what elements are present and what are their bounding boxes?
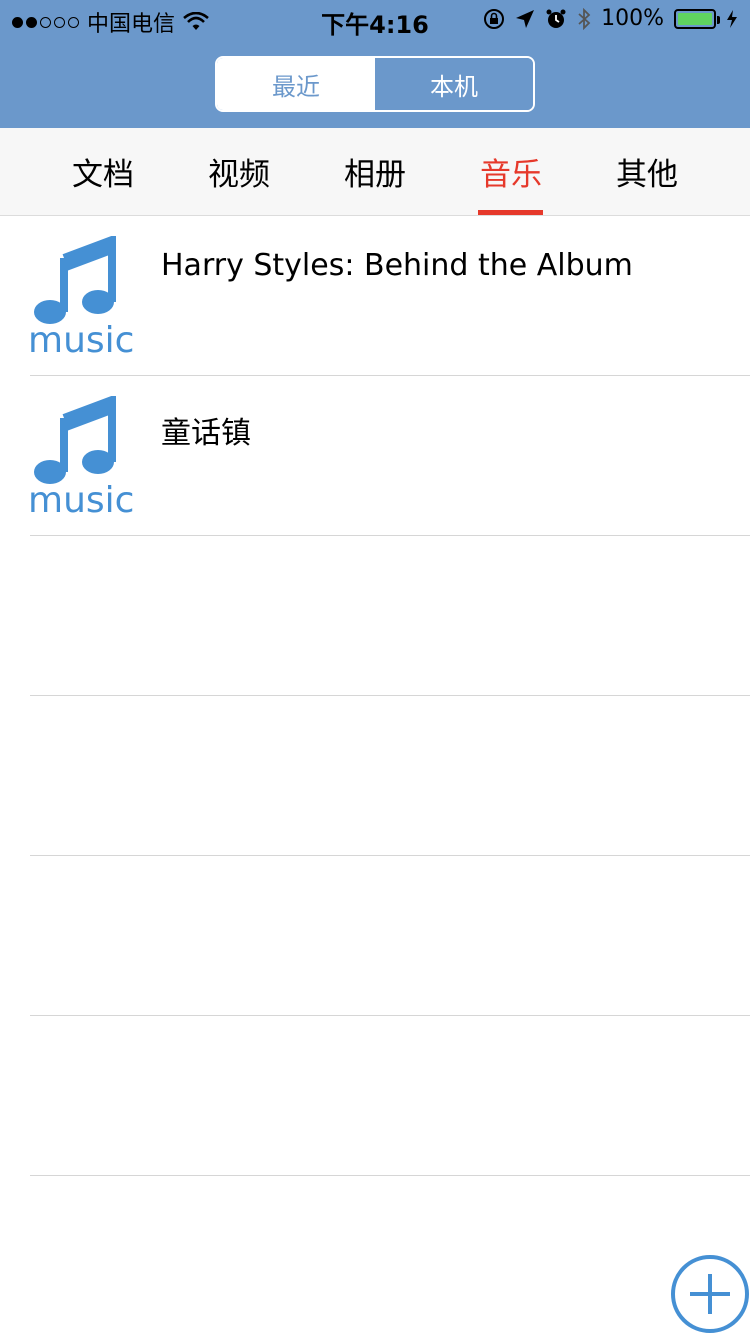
tab-documents[interactable]: 文档 [43,128,163,215]
tab-music[interactable]: 音乐 [451,128,571,215]
music-list: music Harry Styles: Behind the Album mus… [0,216,750,1176]
battery-icon [674,8,720,29]
tab-other[interactable]: 其他 [587,128,707,215]
status-bar: 中国电信 下午4:16 100% [0,0,750,40]
location-icon [515,9,535,29]
list-item[interactable]: music Harry Styles: Behind the Album [28,216,750,376]
empty-row [30,1016,750,1176]
bluetooth-icon [577,7,591,30]
segment-local[interactable]: 本机 [375,58,533,110]
music-icon-label: music [28,320,135,361]
list-item[interactable]: music 童话镇 [28,376,750,536]
plus-circle-icon [671,1255,749,1333]
alarm-icon [545,8,567,30]
tab-albums[interactable]: 相册 [315,128,435,215]
active-tab-indicator [478,210,543,215]
rotation-lock-icon [483,8,505,30]
segment-recent[interactable]: 最近 [217,58,375,110]
status-right: 100% [483,6,738,31]
tab-videos[interactable]: 视频 [179,128,299,215]
empty-row [30,696,750,856]
battery-percent: 100% [601,6,664,31]
music-icon-label: music [28,480,135,521]
item-title: 童话镇 [161,416,251,451]
source-segmented-control: 最近 本机 [215,56,535,112]
top-header: 中国电信 下午4:16 100% 最近 本机 [0,0,750,128]
item-title: Harry Styles: Behind the Album [161,248,633,283]
charging-icon [726,9,738,29]
empty-row [30,856,750,1016]
category-tabs: 文档 视频 相册 音乐 其他 [0,128,750,216]
add-button[interactable] [670,1254,750,1334]
empty-row [30,536,750,696]
